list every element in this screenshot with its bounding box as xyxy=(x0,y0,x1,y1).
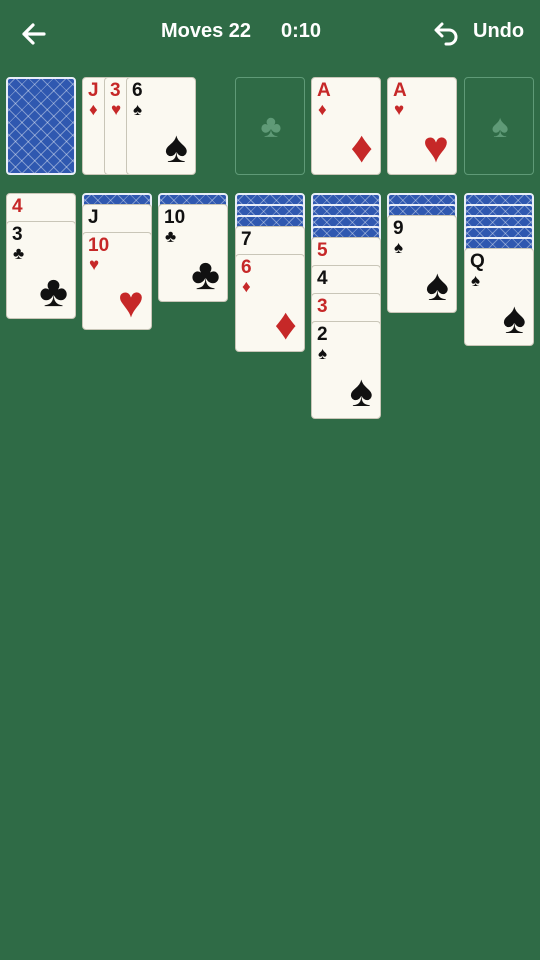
tableau-card[interactable]: 10 ♥ ♥ xyxy=(82,232,152,330)
waste-card[interactable]: 6 ♠ ♠ xyxy=(126,77,196,175)
card-center-suit-icon: ♣ xyxy=(39,267,68,316)
back-button[interactable] xyxy=(14,14,54,54)
foundation-card[interactable]: A ♦ ♦ xyxy=(311,77,381,175)
card-center-suit-icon: ♥ xyxy=(422,123,449,172)
card-rank: 2 xyxy=(317,324,328,345)
card-suit-icon: ♠ xyxy=(318,344,328,363)
card-rank: 3 xyxy=(12,224,23,245)
card-center-suit-icon: ♦ xyxy=(274,300,297,349)
foundation-slot[interactable]: ♠ xyxy=(464,77,534,175)
card-rank: A xyxy=(393,80,407,101)
foundation-slot[interactable]: ♣ xyxy=(235,77,305,175)
card-suit-icon: ♦ xyxy=(242,277,251,296)
card-rank: 6 xyxy=(132,80,143,101)
undo-label: Undo xyxy=(473,20,525,42)
card-suit-icon: ♦ xyxy=(89,100,98,119)
card-suit-icon: ♥ xyxy=(89,255,100,274)
game-timer: 0:10 xyxy=(281,20,322,42)
card-center-suit-icon: ♥ xyxy=(117,278,144,327)
tableau-card[interactable]: 3 ♣ ♣ xyxy=(6,221,76,319)
card-center-suit-icon: ♠ xyxy=(349,367,373,416)
card-rank: J xyxy=(88,207,99,228)
card-suit-icon: ♣ xyxy=(165,227,177,246)
arrow-left-icon xyxy=(22,23,46,45)
card-suit-icon: ♠ xyxy=(133,100,143,119)
club-icon: ♣ xyxy=(260,108,282,144)
tableau-card[interactable]: Q ♠ ♠ xyxy=(464,248,534,346)
card-suit-icon: ♣ xyxy=(13,244,25,263)
card-rank: J xyxy=(88,80,99,101)
top-bar: Moves 22 0:10 Undo xyxy=(0,0,540,66)
card-rank: Q xyxy=(470,251,485,272)
card-rank: 4 xyxy=(317,268,328,289)
tableau-card[interactable]: 6 ♦ ♦ xyxy=(235,254,305,352)
undo-arrow-icon xyxy=(434,22,458,46)
card-suit-icon: ♥ xyxy=(111,100,122,119)
card-suit-icon: ♠ xyxy=(394,238,404,257)
foundation-card[interactable]: A ♥ ♥ xyxy=(387,77,457,175)
card-rank: 3 xyxy=(317,296,328,317)
card-rank: A xyxy=(317,80,331,101)
tableau-card[interactable]: 10 ♣ ♣ xyxy=(158,204,228,302)
card-suit-icon: ♥ xyxy=(394,100,405,119)
card-rank: 5 xyxy=(317,240,328,261)
card-rank: 10 xyxy=(88,235,110,256)
spade-icon: ♠ xyxy=(491,108,509,144)
card-rank: 7 xyxy=(241,229,252,250)
tableau-card[interactable]: 2 ♠ ♠ xyxy=(311,321,381,419)
card-suit-icon: ♦ xyxy=(318,100,327,119)
card-center-suit-icon: ♠ xyxy=(164,123,188,172)
card-suit-icon: ♠ xyxy=(471,271,481,290)
undo-button[interactable]: Undo xyxy=(432,16,530,50)
card-rank: 3 xyxy=(110,80,121,101)
card-rank: 10 xyxy=(164,207,186,228)
card-rank: 4 xyxy=(12,196,23,217)
card-rank: 6 xyxy=(241,257,252,278)
tableau-card[interactable]: 9 ♠ ♠ xyxy=(387,215,457,313)
card-center-suit-icon: ♠ xyxy=(425,261,449,310)
card-center-suit-icon: ♠ xyxy=(502,294,526,343)
card-center-suit-icon: ♦ xyxy=(350,123,373,172)
stock-pile[interactable] xyxy=(6,77,76,175)
card-rank: 9 xyxy=(393,218,404,239)
card-center-suit-icon: ♣ xyxy=(191,250,220,299)
moves-counter: Moves 22 xyxy=(161,20,252,42)
